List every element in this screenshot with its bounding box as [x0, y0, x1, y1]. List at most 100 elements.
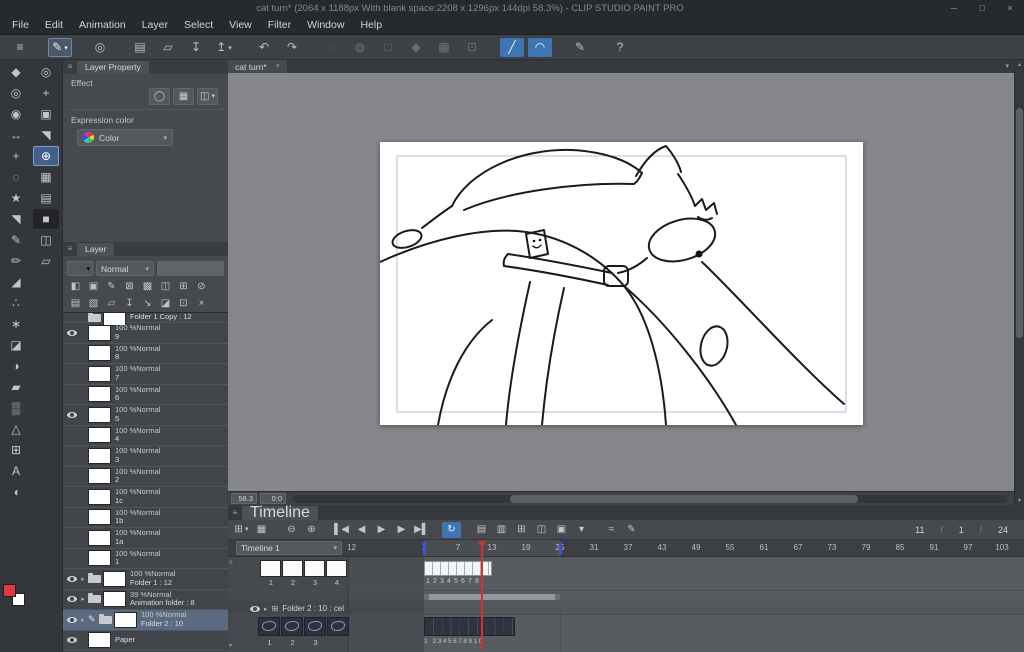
layer-row[interactable]: 100 %Normal 8 — [63, 344, 228, 364]
deselect-icon[interactable]: ◌ — [320, 38, 344, 57]
layer-thumbnail[interactable] — [88, 386, 111, 403]
vertical-scrollbar-thumb[interactable] — [1016, 108, 1023, 338]
open-file-icon[interactable]: ▱ — [156, 38, 180, 57]
tool-airbrush[interactable]: ∴ — [3, 293, 29, 313]
subtool-grid[interactable]: ▦ — [33, 167, 59, 187]
prev-frame-icon[interactable]: ◀ — [352, 522, 371, 538]
undo-icon[interactable]: ↶ — [252, 38, 276, 57]
tool-operation[interactable]: ◆ — [3, 62, 29, 82]
snap-to-special-ruler-icon[interactable]: ◠ — [528, 37, 552, 57]
folder2-clip[interactable] — [424, 617, 515, 636]
tool-text[interactable]: A — [3, 461, 29, 481]
layer-row[interactable]: ▸ ✎ 100 %Normal Folder 2 : 10 — [63, 610, 228, 631]
menu-help[interactable]: Help — [352, 17, 390, 34]
playback-range-marker[interactable] — [559, 542, 562, 555]
delete-layer-icon[interactable]: × — [193, 297, 210, 311]
new-vector-layer-icon[interactable]: ▧ — [85, 297, 102, 311]
cel-thumbnail[interactable] — [304, 560, 325, 577]
visibility-eye-icon[interactable] — [66, 329, 77, 336]
visibility-eye-icon[interactable] — [250, 605, 260, 612]
tool-figure[interactable]: △ — [3, 419, 29, 439]
tool-hand[interactable]: ◉ — [3, 104, 29, 124]
new-raster-layer-icon[interactable]: ▤ — [67, 297, 84, 311]
layer-thumbnail[interactable] — [88, 406, 111, 423]
animation-folder-range-bar[interactable] — [424, 594, 560, 600]
visibility-eye-icon[interactable] — [66, 596, 77, 603]
frame-ruler[interactable]: -1217131925313743495561677379859197103 — [348, 540, 1024, 556]
tool-selection[interactable]: ◌ — [3, 167, 29, 187]
layer-row[interactable]: 100 %Normal 3 — [63, 446, 228, 467]
tool-pen[interactable]: ✎ — [3, 230, 29, 250]
rotation-value[interactable]: 0:0 — [260, 493, 286, 504]
visibility-cell[interactable] — [65, 637, 78, 644]
expression-color-select[interactable]: Color ▾ — [77, 129, 173, 146]
folder2-track-label[interactable]: ▸ ⊞ Folder 2 : 10 : cel — [228, 602, 348, 615]
layer-color-icon[interactable]: ⊘ — [193, 280, 210, 294]
zoom-out-icon[interactable]: ⊖ — [282, 522, 301, 538]
menu-layer[interactable]: Layer — [134, 17, 176, 34]
menu-filter[interactable]: Filter — [260, 17, 299, 34]
layer-thumbnail[interactable] — [88, 345, 111, 362]
timeline-select[interactable]: Timeline 1 ▾ — [236, 541, 342, 555]
layer-thumbnail[interactable] — [114, 611, 137, 628]
invert-selection-icon[interactable]: ◍ — [348, 38, 372, 57]
current-frame-value[interactable]: 11 — [915, 525, 924, 535]
current-tool-button[interactable]: ✎ ▾ — [48, 37, 72, 57]
layer-thumbnail[interactable] — [88, 468, 111, 485]
layer-row[interactable]: 100 %Normal 1a — [63, 528, 228, 549]
zoom-value[interactable]: 58.3 — [231, 493, 257, 504]
subtool-panel[interactable]: ◫ — [33, 230, 59, 250]
help-icon[interactable]: ? — [608, 38, 632, 57]
graph-editor-icon[interactable]: ≈ — [602, 522, 621, 538]
visibility-eye-icon[interactable] — [66, 575, 77, 582]
tool-fill[interactable]: ▰ — [3, 377, 29, 397]
tool-decoration[interactable]: ∗ — [3, 314, 29, 334]
lock-transparency-icon[interactable]: ▩ — [139, 280, 156, 294]
subtool-eyedropper[interactable]: ◥ — [33, 125, 59, 145]
clip-to-layer-icon[interactable]: ◧ — [67, 280, 84, 294]
visibility-cell[interactable] — [65, 616, 78, 623]
new-folder-icon[interactable]: ▱ — [103, 297, 120, 311]
tool-balloon[interactable]: ◖ — [3, 482, 29, 502]
layer-row[interactable]: 100 %Normal 7 — [63, 364, 228, 385]
layer-row[interactable]: 100 %Normal 1c — [63, 487, 228, 508]
layer-row[interactable]: Paper — [63, 631, 228, 651]
layer-row[interactable]: 100 %Normal 4 — [63, 426, 228, 446]
tab-close-icon[interactable]: × — [276, 63, 280, 70]
zoom-in-icon[interactable]: ⊕ — [302, 522, 321, 538]
loop-play-icon[interactable]: ↻ — [442, 521, 461, 538]
cel-thumbnail[interactable] — [258, 617, 280, 636]
layer-row[interactable]: Folder 1 Copy : 12 — [63, 313, 228, 326]
tool-layer-move[interactable]: + — [3, 146, 29, 166]
tool-flip[interactable]: ↔ — [3, 125, 29, 145]
subtool-object[interactable]: ⊕ — [33, 146, 59, 166]
subtool-operation[interactable]: ▣ — [33, 104, 59, 124]
minimize-button[interactable]: ─ — [940, 0, 968, 17]
visibility-eye-icon[interactable] — [66, 637, 77, 644]
panel-menu-icon[interactable]: ≡ — [63, 242, 77, 256]
timeline-layout-icon[interactable]: ⊞ ▾ — [232, 522, 251, 538]
scroll-down-icon[interactable]: ▾ — [1015, 497, 1024, 504]
scroll-up-icon[interactable]: ▴ — [1015, 61, 1024, 68]
layer-thumbnail-select[interactable]: ▾ — [67, 261, 93, 276]
main-color-swatch[interactable] — [3, 584, 16, 597]
new-animation-cel-icon[interactable]: ⊞ — [512, 522, 531, 538]
horizontal-scrollbar[interactable] — [292, 494, 1008, 503]
tool-eyedropper[interactable]: ◥ — [3, 209, 29, 229]
folder-expand-icon[interactable]: ▸ — [264, 605, 268, 613]
layer-row[interactable]: ▸ 39 %Normal Animation folder : 8 — [63, 590, 228, 610]
track-height-icon[interactable]: ▦ — [252, 522, 271, 538]
camera-icon[interactable]: ▣ — [552, 522, 571, 538]
start-frame-value[interactable]: 1 — [959, 525, 964, 535]
lock-layer-icon[interactable]: ⊠ — [121, 280, 138, 294]
layer-row[interactable]: ▸ 100 %Normal Folder 1 : 12 — [63, 569, 228, 590]
layer-thumbnail[interactable] — [88, 427, 111, 444]
panel-menu-icon[interactable]: ≡ — [63, 60, 77, 74]
draft-layer-icon[interactable]: ✎ — [103, 280, 120, 294]
play-icon[interactable]: ▶ — [372, 522, 391, 538]
subtool-material[interactable]: ▤ — [33, 188, 59, 208]
layer-thumbnail[interactable] — [88, 509, 111, 526]
subtool-3d[interactable]: ■ — [33, 209, 59, 229]
go-first-frame-icon[interactable]: ▌◀ — [332, 522, 351, 538]
tool-frame-border[interactable]: ⊞ — [3, 440, 29, 460]
